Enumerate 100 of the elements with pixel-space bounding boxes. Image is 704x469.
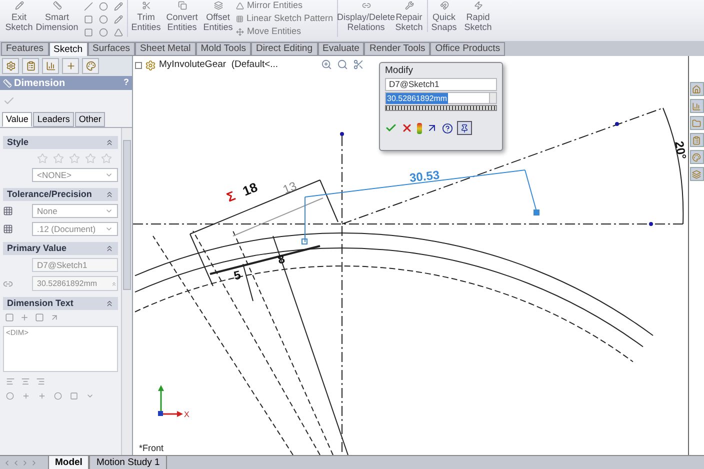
- symbol-icon[interactable]: [38, 392, 46, 400]
- dimension-icon: [3, 78, 12, 88]
- task-pane-icon: [692, 152, 701, 162]
- tab[interactable]: Evaluate: [318, 42, 364, 56]
- tab[interactable]: Sketch: [48, 42, 88, 56]
- panel-tab[interactable]: [82, 58, 99, 74]
- tool-icon: [236, 28, 244, 36]
- text-option-icon[interactable]: [50, 313, 59, 322]
- group-header[interactable]: Style: [3, 136, 118, 149]
- toolbar-button[interactable]: Quick Snaps: [431, 0, 457, 32]
- ok-icon[interactable]: [3, 95, 15, 107]
- toolbar-button[interactable]: Exit Sketch: [4, 0, 34, 32]
- value-input[interactable]: 30.52861892mm: [385, 92, 497, 104]
- tree-item[interactable]: MyInvoluteGear (Default<...: [159, 58, 278, 72]
- tool-icon: [178, 1, 186, 10]
- symbol-icon[interactable]: [6, 392, 14, 400]
- dimension-value[interactable]: 5: [232, 268, 242, 283]
- toolbar-button[interactable]: Offset Entities: [203, 0, 233, 32]
- collapse-icon[interactable]: [105, 138, 114, 147]
- dropdown[interactable]: <NONE>: [32, 168, 118, 182]
- toolbar-list-item[interactable]: Mirror Entities: [236, 0, 333, 11]
- dropdown[interactable]: None: [32, 204, 118, 218]
- panel-tab[interactable]: [42, 58, 59, 74]
- ok-icon[interactable]: [385, 122, 397, 134]
- sketch-point: [615, 122, 619, 126]
- tab[interactable]: Surfaces: [88, 42, 136, 56]
- toolbar-list-item[interactable]: Move Entities: [236, 26, 333, 37]
- align-icon[interactable]: [21, 377, 30, 386]
- text-option-icon[interactable]: [5, 313, 14, 322]
- dimension-value[interactable]: 13: [280, 178, 298, 197]
- tab[interactable]: Sheet Metal: [135, 42, 196, 56]
- view-tool-icon[interactable]: [353, 59, 364, 70]
- group-title: Style: [7, 136, 29, 149]
- toolbar-button[interactable]: Rapid Sketch: [463, 0, 493, 32]
- dialog-title: Modify: [385, 64, 414, 77]
- dimension-name-field[interactable]: D7@Sketch1: [32, 258, 118, 272]
- mark-dimension-button[interactable]: [457, 121, 472, 135]
- tool-icon: [440, 1, 448, 10]
- bottom-tab[interactable]: Motion Study 1: [89, 456, 167, 469]
- task-pane-tab[interactable]: [690, 133, 704, 147]
- view-label: *Front: [139, 443, 164, 453]
- scrollbar[interactable]: [121, 128, 132, 455]
- tool-icon: [142, 1, 150, 10]
- group-title: Primary Value: [7, 242, 67, 255]
- dimension-value[interactable]: 18: [240, 179, 260, 199]
- task-pane-tab[interactable]: [690, 167, 704, 181]
- bottom-tab[interactable]: Model: [48, 456, 90, 469]
- text-option-icon[interactable]: [35, 313, 44, 322]
- collapse-icon[interactable]: [105, 299, 114, 308]
- task-pane-tab[interactable]: [690, 99, 704, 113]
- collapse-icon[interactable]: [105, 244, 114, 253]
- task-pane-tab[interactable]: [690, 150, 704, 164]
- toolbar-button[interactable]: Convert Entities: [164, 0, 200, 32]
- dropdown[interactable]: .12 (Document): [32, 222, 118, 236]
- toolbar-button[interactable]: Repair Sketch: [394, 0, 424, 32]
- dimension-value[interactable]: 30.53: [408, 168, 440, 185]
- align-icon[interactable]: [6, 377, 15, 386]
- part-icon: [145, 60, 156, 71]
- dimension-value[interactable]: 8: [276, 252, 286, 267]
- panel-tab-icon: [6, 61, 16, 71]
- view-tool-icon[interactable]: [321, 59, 332, 70]
- panel-tab[interactable]: [62, 58, 79, 74]
- tab[interactable]: Direct Editing: [251, 42, 318, 56]
- panel-subtab[interactable]: Value: [2, 112, 32, 127]
- toolbar-button[interactable]: Smart Dimension: [37, 0, 77, 32]
- panel-tab[interactable]: [2, 58, 19, 74]
- view-tool-icon[interactable]: [337, 59, 348, 70]
- expand-icon[interactable]: [135, 62, 142, 69]
- toolbar-button[interactable]: Trim Entities: [131, 0, 161, 32]
- group-title: Dimension Text: [7, 296, 74, 310]
- collapse-icon[interactable]: [105, 190, 114, 199]
- group-header[interactable]: Primary Value: [3, 242, 118, 255]
- tab[interactable]: Render Tools: [364, 42, 430, 56]
- group-header[interactable]: Dimension Text: [3, 297, 118, 310]
- sketch-tool-icon[interactable]: [114, 15, 123, 24]
- value-field[interactable]: 30.52861892mm: [32, 276, 118, 291]
- close-icon[interactable]: [401, 122, 413, 134]
- thumbwheel[interactable]: [385, 105, 497, 111]
- panel-subtab[interactable]: Leaders: [33, 112, 74, 127]
- tab[interactable]: Features: [1, 42, 48, 56]
- dimension-name-field[interactable]: D7@Sketch1: [385, 78, 497, 91]
- task-pane-tab[interactable]: [690, 82, 704, 96]
- dimension-value[interactable]: 20°: [672, 140, 688, 160]
- caret-icon: [105, 225, 113, 233]
- toolbar-list-item[interactable]: Linear Sketch Pattern: [236, 13, 333, 24]
- tab[interactable]: Office Products: [430, 42, 506, 56]
- tab[interactable]: Mold Tools: [196, 42, 251, 56]
- caret-icon: [105, 207, 113, 215]
- group-header[interactable]: Tolerance/Precision: [3, 188, 118, 201]
- tool-icon: [52, 1, 62, 10]
- align-icon[interactable]: [36, 377, 45, 386]
- panel-tab[interactable]: [22, 58, 39, 74]
- symbol-icon[interactable]: [22, 392, 30, 400]
- sketch-tool-icon[interactable]: [114, 2, 123, 11]
- tool-icon: [236, 14, 244, 22]
- text-option-icon[interactable]: [20, 313, 29, 322]
- panel-subtab[interactable]: Other: [74, 112, 106, 127]
- spinner-button[interactable]: [489, 93, 496, 103]
- help-icon[interactable]: [442, 122, 453, 134]
- task-pane-tab[interactable]: [690, 116, 704, 130]
